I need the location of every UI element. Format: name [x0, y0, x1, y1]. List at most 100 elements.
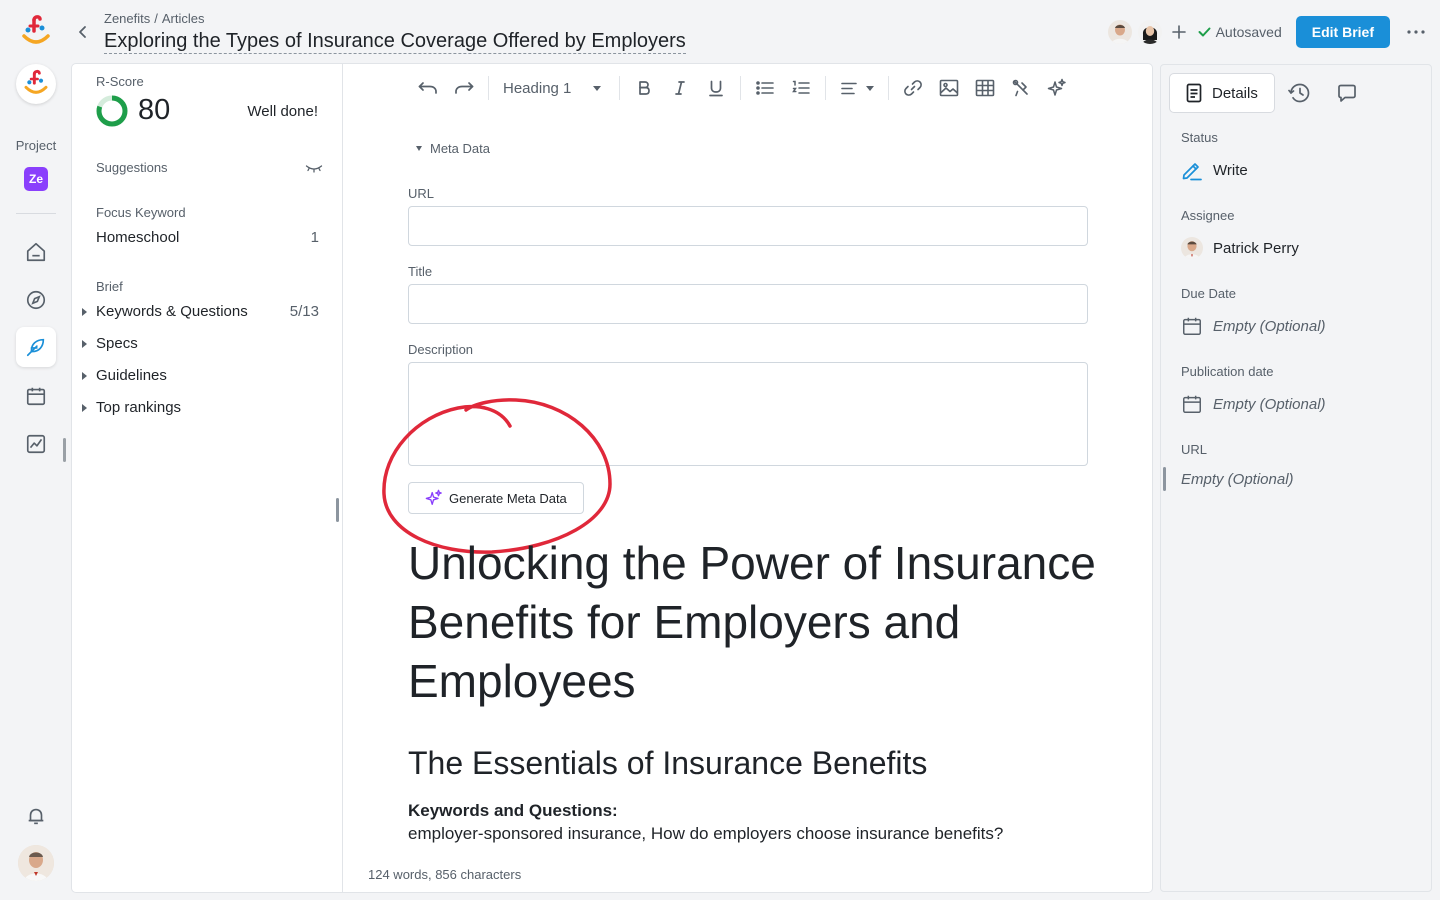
- calendar-icon: [1183, 395, 1201, 413]
- edit-brief-button[interactable]: Edit Brief: [1295, 16, 1390, 48]
- brief-item-specs[interactable]: Specs: [96, 335, 319, 352]
- expand-triangle-icon[interactable]: [82, 340, 87, 348]
- details-panel: Details Status Write Assignee Patrick Pe…: [1160, 64, 1432, 892]
- toolbar-divider: [888, 76, 889, 100]
- focus-keyword: Homeschool: [96, 229, 180, 246]
- analytics-nav-button[interactable]: [16, 424, 56, 464]
- italic-icon: [675, 81, 685, 95]
- expand-triangle-icon[interactable]: [82, 372, 87, 380]
- expand-triangle-icon[interactable]: [82, 308, 87, 316]
- focus-keyword-count: 1: [310, 229, 319, 246]
- undo-icon: [418, 82, 437, 94]
- ai-assistant-button[interactable]: [1039, 70, 1075, 106]
- tab-details-label: Details: [1212, 84, 1258, 102]
- url-field-text: Empty (Optional): [1181, 471, 1294, 488]
- sparkles-icon: [1047, 78, 1066, 96]
- eye-closed-icon[interactable]: [305, 162, 323, 174]
- user-avatar[interactable]: [18, 845, 54, 881]
- rscore-value: 80: [138, 94, 171, 126]
- history-icon: [1288, 83, 1310, 103]
- heading-select-value: Heading 1: [503, 79, 572, 97]
- keywords-title[interactable]: Keywords and Questions:: [408, 801, 618, 821]
- italic-button[interactable]: [662, 70, 698, 106]
- project-badge[interactable]: Ze: [24, 167, 48, 191]
- brief-item-label: Keywords & Questions: [96, 303, 248, 320]
- expand-triangle-icon[interactable]: [82, 404, 87, 412]
- tab-comments[interactable]: [1323, 73, 1371, 113]
- back-button[interactable]: [74, 22, 92, 42]
- url-field-label: URL: [1181, 442, 1208, 457]
- underline-button[interactable]: [698, 70, 734, 106]
- add-collaborator-button[interactable]: [1171, 25, 1186, 39]
- brief-item-guidelines[interactable]: Guidelines: [96, 367, 319, 384]
- collaborator-avatar-2[interactable]: [1137, 20, 1162, 44]
- image-button[interactable]: [931, 70, 967, 106]
- header-actions: Autosaved Edit Brief: [1107, 16, 1426, 48]
- tab-details[interactable]: Details: [1169, 73, 1275, 113]
- editor-card: R-Score 80 Well done! Suggestions Focus …: [72, 64, 1152, 892]
- calendar-nav-button[interactable]: [16, 376, 56, 416]
- title-input[interactable]: [408, 284, 1088, 324]
- bullet-list-button[interactable]: [747, 70, 783, 106]
- redo-button[interactable]: [446, 70, 482, 106]
- left-rail: Project Ze: [0, 0, 72, 900]
- clear-format-button[interactable]: [1003, 70, 1039, 106]
- caret-down-icon: [865, 85, 874, 91]
- status-value[interactable]: Write: [1181, 159, 1248, 181]
- details-tabs: Details: [1169, 73, 1371, 113]
- bold-icon: [639, 81, 650, 95]
- title-label: Title: [408, 264, 433, 279]
- keywords-text[interactable]: employer-sponsored insurance, How do emp…: [408, 824, 1003, 844]
- underline-icon: [709, 80, 723, 96]
- table-button[interactable]: [967, 70, 1003, 106]
- rail-divider: [16, 213, 56, 214]
- brief-item-top-rankings[interactable]: Top rankings: [96, 399, 319, 416]
- breadcrumb-item-articles[interactable]: Articles: [162, 11, 205, 26]
- article-heading-2[interactable]: The Essentials of Insurance Benefits: [408, 743, 927, 783]
- project-logo-icon[interactable]: [16, 64, 56, 104]
- bold-button[interactable]: [626, 70, 662, 106]
- redo-icon: [455, 82, 474, 94]
- collaborator-avatar-1[interactable]: [1107, 20, 1132, 44]
- status-label: Status: [1181, 130, 1218, 145]
- suggestions-label: Suggestions: [96, 160, 168, 175]
- table-icon: [975, 79, 995, 97]
- assignee-value[interactable]: Patrick Perry: [1181, 237, 1299, 259]
- notifications-button[interactable]: [16, 796, 56, 836]
- write-nav-button[interactable]: [16, 327, 56, 367]
- description-label: Description: [408, 342, 474, 357]
- content-score-panel: R-Score 80 Well done! Suggestions Focus …: [72, 64, 343, 892]
- bullet-list-icon: [756, 81, 774, 95]
- link-button[interactable]: [895, 70, 931, 106]
- brief-item-keywords-questions[interactable]: Keywords & Questions 5/13: [96, 303, 319, 320]
- bell-icon: [28, 808, 44, 825]
- due-date-label: Due Date: [1181, 286, 1236, 301]
- panel-resize-handle[interactable]: [336, 498, 339, 522]
- brief-item-count: 5/13: [289, 303, 319, 320]
- assignee-avatar: [1181, 237, 1203, 259]
- autosave-label: Autosaved: [1215, 24, 1282, 40]
- toolbar-divider: [619, 76, 620, 100]
- undo-button[interactable]: [410, 70, 446, 106]
- explore-nav-button[interactable]: [16, 280, 56, 320]
- heading-select[interactable]: Heading 1: [495, 70, 613, 106]
- article-heading-1[interactable]: Unlocking the Power of Insurance Benefit…: [408, 534, 1108, 711]
- home-nav-button[interactable]: [16, 232, 56, 272]
- assignee-name: Patrick Perry: [1213, 239, 1299, 257]
- more-options-button[interactable]: [1406, 22, 1426, 42]
- align-select[interactable]: [832, 70, 882, 106]
- more-horizontal-icon: [1407, 30, 1425, 34]
- url-input[interactable]: [408, 206, 1088, 246]
- due-date-value[interactable]: Empty (Optional): [1181, 315, 1326, 337]
- meta-data-toggle[interactable]: Meta Data: [416, 141, 490, 156]
- publication-date-value[interactable]: Empty (Optional): [1181, 393, 1326, 415]
- publication-date-label: Publication date: [1181, 364, 1274, 379]
- app-logo-icon[interactable]: [18, 14, 54, 50]
- caret-down-icon: [593, 85, 601, 91]
- url-field-value[interactable]: Empty (Optional): [1181, 471, 1294, 488]
- numbered-list-button[interactable]: [783, 70, 819, 106]
- tab-history[interactable]: [1275, 73, 1323, 113]
- breadcrumb-item-project[interactable]: Zenefits: [104, 11, 150, 26]
- document-title[interactable]: Exploring the Types of Insurance Coverag…: [104, 30, 686, 54]
- caret-down-icon: [416, 146, 422, 151]
